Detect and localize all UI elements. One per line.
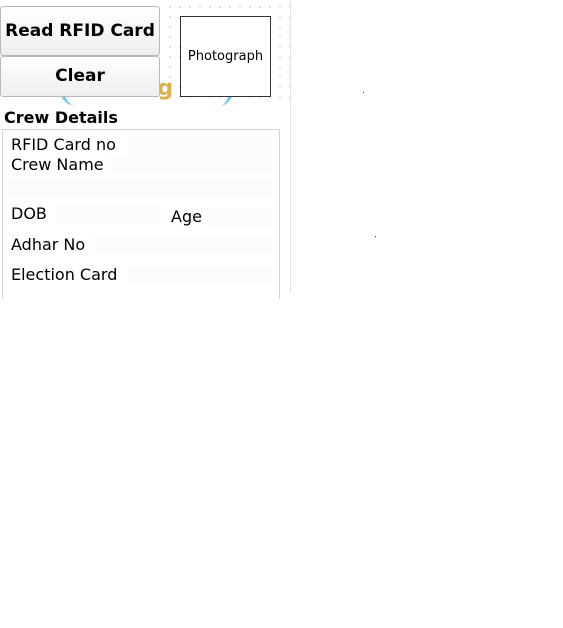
dob-label: DOB xyxy=(11,204,47,223)
rfid-card-no-label: RFID Card no xyxy=(11,135,116,154)
crew-details-title: Crew Details xyxy=(4,108,118,127)
dob-input[interactable] xyxy=(57,206,161,224)
stray-pixel xyxy=(363,92,364,93)
crew-details-group: RFID Card no Crew Name DOB Age Adhar No … xyxy=(2,129,280,299)
photograph-box[interactable]: Photograph xyxy=(180,16,271,97)
age-label: Age xyxy=(171,207,202,226)
photograph-label: Photograph xyxy=(187,49,264,64)
stray-pixel xyxy=(375,236,376,237)
crew-form-panel: essing Read RFID Card Clear Photograph C… xyxy=(0,0,291,299)
election-card-input[interactable] xyxy=(129,266,271,284)
rfid-card-no-input[interactable] xyxy=(129,136,271,154)
crew-name-input-line2[interactable] xyxy=(9,178,271,198)
clear-button[interactable]: Clear xyxy=(0,56,160,97)
election-card-label: Election Card xyxy=(11,265,118,284)
adhar-no-label: Adhar No xyxy=(11,235,86,254)
adhar-no-input[interactable] xyxy=(95,236,271,254)
crew-name-label: Crew Name xyxy=(11,155,104,174)
read-rfid-card-button[interactable]: Read RFID Card xyxy=(0,6,160,56)
age-input[interactable] xyxy=(207,208,271,226)
crew-name-input[interactable] xyxy=(111,156,271,174)
